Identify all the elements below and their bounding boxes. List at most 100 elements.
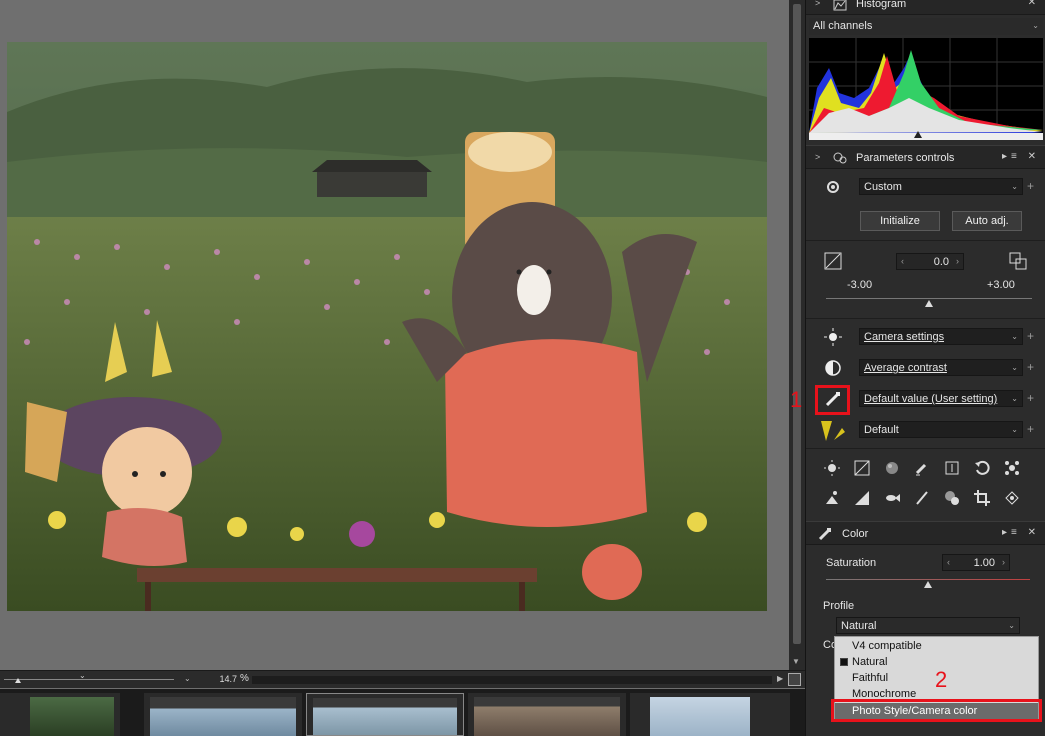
thumb-image: [474, 697, 620, 736]
sun-tool-icon[interactable]: [824, 460, 840, 476]
divider: [806, 318, 1045, 319]
transform-tool-icon[interactable]: [1004, 490, 1020, 506]
gradient-tool-icon[interactable]: [854, 490, 870, 506]
brightness-icon: [824, 328, 842, 346]
fish-tool-icon[interactable]: [884, 490, 900, 506]
decrement-icon[interactable]: ‹: [947, 557, 950, 567]
exposure-icon: [824, 252, 842, 270]
add-icon[interactable]: +: [1027, 179, 1034, 193]
thumb-image: [150, 697, 296, 736]
filmstrip: ⌗✔: [0, 689, 805, 736]
viewer-vertical-scrollbar[interactable]: ▼: [789, 0, 805, 670]
auto-adj-button[interactable]: Auto adj.: [952, 211, 1022, 231]
filmstrip-thumb-selected[interactable]: [306, 693, 464, 736]
thumb-image: [313, 698, 457, 735]
slider-track: [826, 298, 1032, 299]
color-balance-tool-icon[interactable]: [824, 490, 840, 506]
color-title: Color: [842, 528, 869, 540]
eyedropper-tool-icon[interactable]: [914, 460, 930, 476]
zoom-dropdown-icon[interactable]: ⌄: [184, 674, 191, 683]
profile-dropdown[interactable]: Natural ⌄: [836, 617, 1020, 634]
saturation-slider[interactable]: [826, 579, 1030, 591]
add-icon[interactable]: +: [1027, 422, 1034, 436]
app-window: ▼ ⌄ ⌄ 14.7 % ▶ ⌗✔ >: [0, 0, 1045, 736]
text-cursor-tool-icon[interactable]: [944, 460, 960, 476]
initialize-button[interactable]: Initialize: [860, 211, 940, 231]
crop-tool-icon[interactable]: [974, 490, 990, 506]
rotate-tool-icon[interactable]: [974, 460, 990, 476]
color-header[interactable]: Color ▸≡ ✕: [806, 521, 1045, 545]
vignette-tool-icon[interactable]: [944, 490, 960, 506]
brush-tool-icon[interactable]: [914, 490, 930, 506]
panel-menu-icon[interactable]: ▸≡ ✕: [1002, 527, 1040, 538]
divider: [806, 448, 1045, 449]
channel-dropdown[interactable]: All channels ⌄: [809, 18, 1043, 35]
zoom-unit: %: [240, 673, 249, 684]
sphere-tool-icon[interactable]: [884, 460, 900, 476]
navigator-icon[interactable]: [788, 673, 801, 686]
panel-options-icon[interactable]: ✕: [1028, 0, 1040, 8]
profile-value: Natural: [841, 620, 877, 632]
annotation-box-2: [831, 699, 1042, 722]
viewer-horizontal-scrollbar[interactable]: [252, 676, 772, 684]
histogram-graph: [809, 38, 1043, 140]
brightness-value: Camera settings: [864, 331, 945, 343]
profile-label: Profile: [823, 600, 855, 612]
saturation-field[interactable]: ‹ 1.00 ›: [942, 554, 1010, 571]
parameters-title: Parameters controls: [856, 152, 955, 164]
chevron-down-icon: ⌄: [1011, 363, 1018, 372]
contrast-value: Average contrast: [864, 362, 947, 374]
expand-chevron-icon[interactable]: >: [815, 152, 820, 162]
filmstrip-thumb[interactable]: [630, 693, 790, 736]
panel-menu-icon[interactable]: ▸≡ ✕: [1002, 151, 1040, 162]
exposure-reset-icon[interactable]: [1009, 252, 1027, 270]
filmstrip-thumb[interactable]: [144, 693, 302, 736]
increment-icon[interactable]: ›: [956, 256, 959, 266]
profile-option[interactable]: V4 compatible: [835, 638, 1038, 654]
curve-tool-icon[interactable]: [854, 460, 870, 476]
slider-track: [826, 579, 1030, 580]
expand-chevron-icon[interactable]: >: [815, 0, 820, 8]
filter-value: Default: [864, 424, 899, 436]
parameters-icon: [833, 152, 847, 164]
annotation-label-2: 2: [935, 667, 948, 692]
chevron-down-icon: ⌄: [1032, 21, 1039, 30]
scrollbar-thumb[interactable]: [793, 4, 801, 644]
preset-dropdown[interactable]: Custom ⌄: [859, 178, 1023, 195]
exposure-field[interactable]: ‹ 0.0 ›: [896, 253, 964, 270]
chevron-down-icon: ⌄: [1011, 182, 1018, 191]
chevron-down-icon: ⌄: [79, 671, 86, 680]
slider-knob[interactable]: [924, 581, 932, 588]
zoom-slider-knob[interactable]: [15, 678, 21, 683]
exposure-slider[interactable]: [826, 298, 1032, 310]
thumb-image: [650, 697, 750, 736]
filmstrip-thumb[interactable]: [0, 693, 120, 736]
filter-dropdown[interactable]: Default ⌄: [859, 421, 1023, 438]
scroll-down-icon[interactable]: ▼: [792, 657, 800, 666]
chevron-down-icon: ⌄: [1011, 394, 1018, 403]
zoom-slider-track[interactable]: [4, 679, 174, 680]
photo-preview[interactable]: [7, 42, 767, 611]
selected-bullet-icon: [840, 658, 848, 666]
exposure-value: 0.0: [933, 256, 949, 268]
chevron-down-icon: ⌄: [1008, 621, 1015, 630]
add-icon[interactable]: +: [1027, 360, 1034, 374]
slider-knob[interactable]: [925, 300, 933, 307]
histogram-header[interactable]: > Histogram ✕: [806, 0, 1045, 15]
picture-style-dropdown[interactable]: Default value (User setting) ⌄: [859, 390, 1023, 407]
parameters-header[interactable]: > Parameters controls ▸≡ ✕: [806, 145, 1045, 169]
contrast-dropdown[interactable]: Average contrast ⌄: [859, 359, 1023, 376]
zoom-value[interactable]: 14.7: [205, 674, 237, 684]
noise-tool-icon[interactable]: [1004, 460, 1020, 476]
increment-icon[interactable]: ›: [1002, 557, 1005, 567]
decrement-icon[interactable]: ‹: [901, 256, 904, 266]
scroll-right-icon[interactable]: ▶: [777, 674, 783, 683]
tool-palette: > Histogram ✕ All channels ⌄ > Parameter…: [805, 0, 1045, 736]
filmstrip-thumb[interactable]: [468, 693, 626, 736]
add-icon[interactable]: +: [1027, 391, 1034, 405]
gear-icon: [827, 181, 839, 193]
add-icon[interactable]: +: [1027, 329, 1034, 343]
divider: [806, 240, 1045, 241]
brightness-dropdown[interactable]: Camera settings ⌄: [859, 328, 1023, 345]
histogram-icon: [833, 0, 847, 11]
